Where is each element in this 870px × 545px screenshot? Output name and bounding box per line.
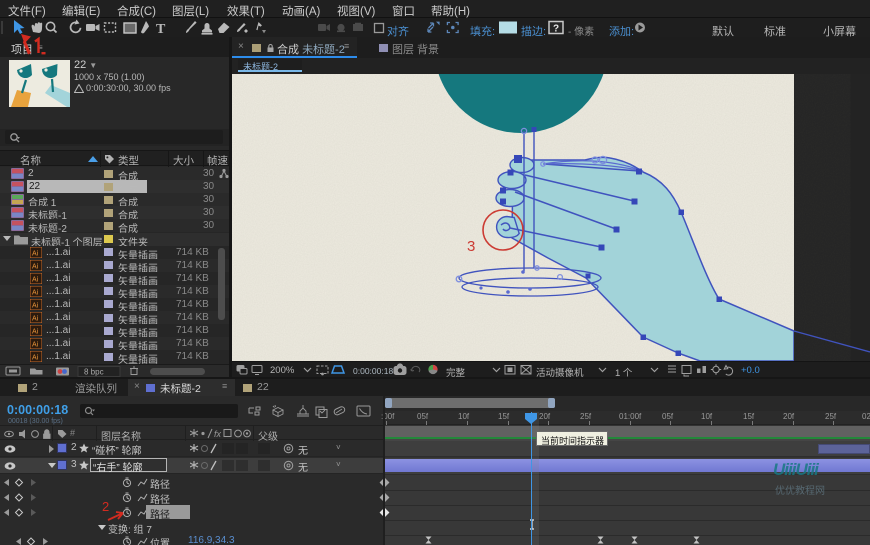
svg-text:3: 3 bbox=[467, 238, 475, 255]
svg-text:Ai: Ai bbox=[32, 263, 39, 270]
svg-text:Ai: Ai bbox=[32, 289, 39, 296]
svg-text:Ai: Ai bbox=[32, 342, 39, 349]
svg-text:Ai: Ai bbox=[32, 316, 39, 323]
svg-text:Ai: Ai bbox=[32, 355, 39, 362]
svg-text:Ai: Ai bbox=[32, 250, 39, 257]
svg-text:?: ? bbox=[553, 24, 559, 35]
svg-text:Ai: Ai bbox=[32, 302, 39, 309]
svg-text:T: T bbox=[156, 22, 166, 37]
svg-text:8 bpc: 8 bpc bbox=[84, 368, 104, 377]
svg-text:fx: fx bbox=[214, 429, 222, 439]
svg-text:Ai: Ai bbox=[32, 276, 39, 283]
svg-text:Ai: Ai bbox=[32, 329, 39, 336]
